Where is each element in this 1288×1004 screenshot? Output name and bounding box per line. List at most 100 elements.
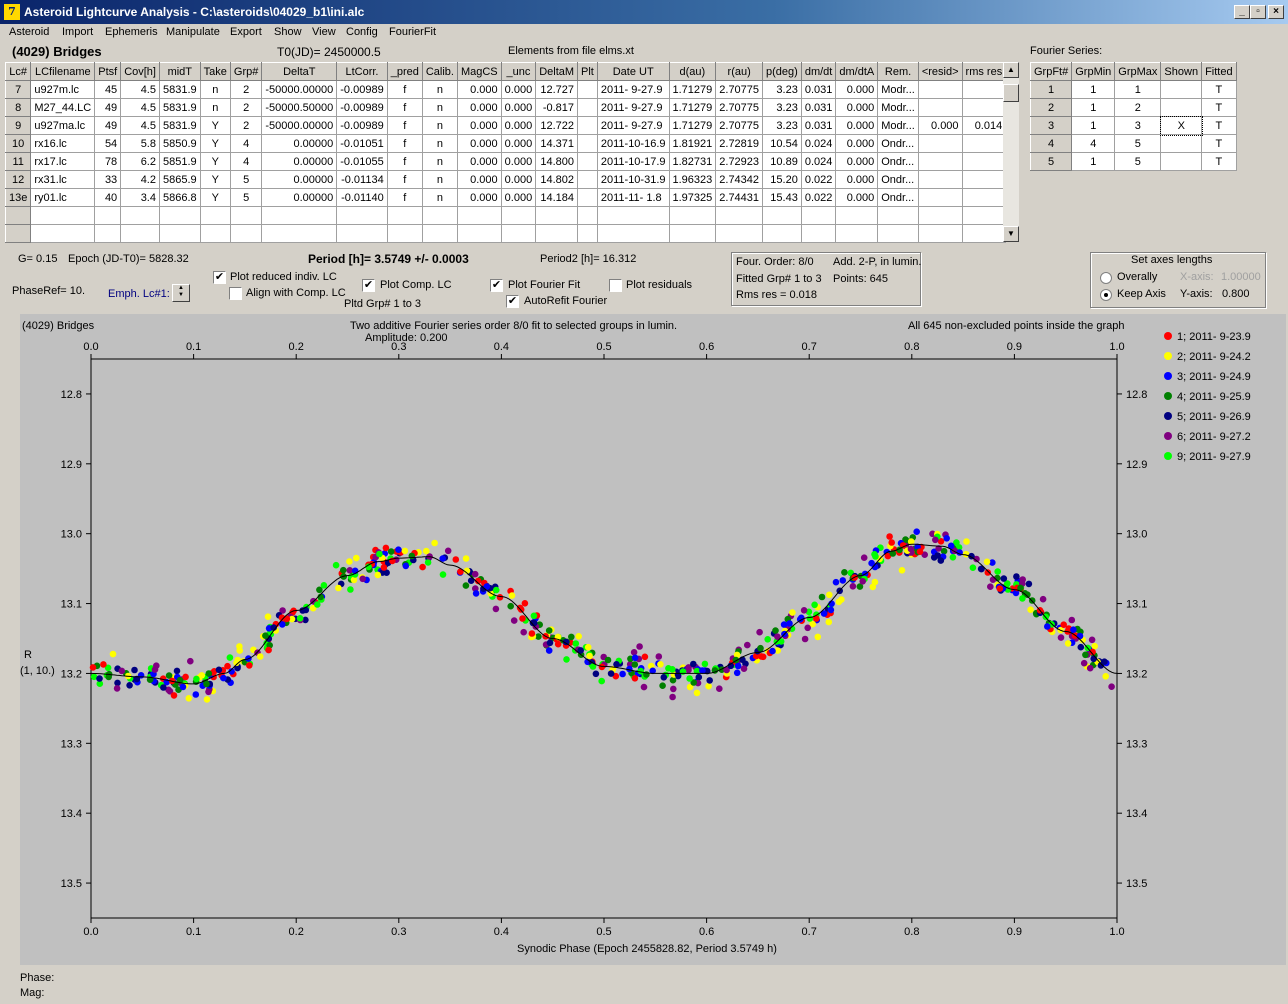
table-cell[interactable]: 10.89: [762, 152, 802, 171]
lightcurve-plot[interactable]: (4029) Bridges Two additive Fourier seri…: [20, 314, 1286, 965]
table-cell[interactable]: f: [386, 80, 423, 99]
table-cell[interactable]: [917, 206, 963, 225]
table-cell[interactable]: 0.024: [800, 152, 837, 171]
table-cell[interactable]: [917, 134, 963, 153]
table-cell[interactable]: [800, 224, 837, 243]
table-cell[interactable]: [917, 170, 963, 189]
table-cell[interactable]: -50000.00000: [261, 116, 338, 135]
table-cell[interactable]: 0.031: [800, 80, 837, 99]
table-row[interactable]: 12 rx31.lc 33 4.2 5865.9 Y 5 0.00000 -0.01134 f n 0…: [4, 170, 1007, 189]
table-row[interactable]: 9 u927ma.lc 49 4.5 5831.9 Y 2 -50000.00000 -0.00…: [4, 116, 1007, 135]
table-cell[interactable]: n: [421, 188, 458, 207]
lc-column-header[interactable]: Cov[h]: [120, 62, 160, 81]
table-cell[interactable]: 1.96323: [668, 170, 717, 189]
table-cell[interactable]: 5: [229, 188, 263, 207]
table-row[interactable]: 8 M27_44.LC 49 4.5 5831.9 n 2 -50000.50000 -0.00…: [4, 98, 1007, 117]
table-cell[interactable]: [386, 206, 423, 225]
scroll-down-icon[interactable]: ▼: [1003, 226, 1019, 242]
table-cell[interactable]: 2: [229, 98, 263, 117]
table-cell[interactable]: Modr...: [877, 98, 919, 117]
table-scrollbar[interactable]: ▲ ▼: [1003, 62, 1019, 242]
menu-export[interactable]: Export: [230, 26, 262, 38]
table-cell[interactable]: [158, 224, 201, 243]
table-cell[interactable]: 5831.9: [158, 98, 201, 117]
table-cell[interactable]: [261, 224, 338, 243]
table-cell[interactable]: -50000.50000: [261, 98, 338, 117]
table-cell[interactable]: rx17.lc: [30, 152, 96, 171]
table-cell[interactable]: 5: [229, 170, 263, 189]
table-cell[interactable]: 0.000: [835, 134, 879, 153]
table-row[interactable]: 10 rx16.lc 54 5.8 5850.9 Y 4 0.00000 -0.01051 f n 0…: [4, 134, 1007, 153]
table-cell[interactable]: 45: [94, 80, 122, 99]
fourier-row[interactable]: 515 T: [1029, 152, 1237, 171]
table-cell[interactable]: f: [386, 152, 423, 171]
table-cell[interactable]: [456, 206, 502, 225]
table-cell[interactable]: 5831.9: [158, 80, 201, 99]
table-cell[interactable]: 5850.9: [158, 134, 201, 153]
table-cell[interactable]: f: [386, 98, 423, 117]
fourier-row[interactable]: 212 T: [1029, 98, 1237, 117]
table-cell[interactable]: [199, 206, 231, 225]
table-cell[interactable]: [535, 206, 579, 225]
table-cell[interactable]: 0.014: [961, 116, 1007, 135]
table-cell[interactable]: 10: [4, 134, 32, 153]
table-cell[interactable]: 3.4: [120, 188, 160, 207]
table-cell[interactable]: 4.5: [120, 80, 160, 99]
table-cell[interactable]: 5851.9: [158, 152, 201, 171]
table-cell[interactable]: 2.70775: [715, 98, 764, 117]
table-cell[interactable]: [421, 206, 458, 225]
x-axis-value[interactable]: 1.00000: [1221, 271, 1261, 283]
table-cell[interactable]: 0.000: [456, 80, 502, 99]
lc-column-header[interactable]: p(deg): [762, 62, 802, 81]
table-cell[interactable]: [577, 80, 598, 99]
table-cell[interactable]: 8: [4, 98, 32, 117]
table-cell[interactable]: [577, 188, 598, 207]
table-cell[interactable]: 0.00000: [261, 170, 338, 189]
table-cell[interactable]: n: [421, 116, 458, 135]
table-cell[interactable]: -0.00989: [336, 116, 388, 135]
table-cell[interactable]: 7: [4, 80, 32, 99]
table-cell[interactable]: 2011- 9-27.9: [596, 98, 670, 117]
table-cell[interactable]: 1.97325: [668, 188, 717, 207]
table-cell[interactable]: [800, 206, 837, 225]
table-cell[interactable]: 15.43: [762, 188, 802, 207]
lc-column-header[interactable]: <resid>: [917, 62, 963, 81]
fourier-cell[interactable]: 5: [1114, 152, 1162, 171]
table-cell[interactable]: [4, 206, 32, 225]
fourier-cell[interactable]: T: [1201, 80, 1237, 99]
plot-comp-checkbox[interactable]: ✔: [362, 279, 375, 292]
table-cell[interactable]: n: [421, 80, 458, 99]
table-cell[interactable]: [577, 116, 598, 135]
fourier-cell[interactable]: [1160, 152, 1203, 171]
table-cell[interactable]: Ondr...: [877, 134, 919, 153]
table-cell[interactable]: n: [421, 152, 458, 171]
table-cell[interactable]: u927m.lc: [30, 80, 96, 99]
table-cell[interactable]: 2011-10-31.9: [596, 170, 670, 189]
table-cell[interactable]: 0.031: [800, 98, 837, 117]
table-cell[interactable]: 4.5: [120, 116, 160, 135]
table-cell[interactable]: 0.000: [500, 170, 537, 189]
table-cell[interactable]: n: [421, 98, 458, 117]
fourier-cell[interactable]: T: [1201, 98, 1237, 117]
lc-column-header[interactable]: Take: [199, 62, 231, 81]
table-cell[interactable]: [577, 206, 598, 225]
fourier-column-header[interactable]: GrpMax: [1114, 62, 1162, 81]
table-cell[interactable]: [917, 98, 963, 117]
table-cell[interactable]: 10.54: [762, 134, 802, 153]
table-cell[interactable]: [30, 206, 96, 225]
table-cell[interactable]: 0.00000: [261, 134, 338, 153]
table-cell[interactable]: n: [421, 170, 458, 189]
y-axis-value[interactable]: 0.800: [1222, 288, 1250, 300]
fourier-series-table[interactable]: GrpFt# GrpMin GrpMax Shown Fitted 111T212T31…: [1029, 62, 1237, 171]
table-cell[interactable]: [762, 206, 802, 225]
fourier-column-header[interactable]: GrpMin: [1071, 62, 1116, 81]
fourier-row[interactable]: 445T: [1029, 134, 1237, 153]
table-cell[interactable]: f: [386, 170, 423, 189]
table-cell[interactable]: [961, 188, 1007, 207]
table-cell[interactable]: [961, 206, 1007, 225]
table-cell[interactable]: 33: [94, 170, 122, 189]
table-cell[interactable]: 2.72819: [715, 134, 764, 153]
table-cell[interactable]: [386, 224, 423, 243]
table-cell[interactable]: 0.022: [800, 170, 837, 189]
plot-fourier-checkbox[interactable]: ✔: [490, 279, 503, 292]
